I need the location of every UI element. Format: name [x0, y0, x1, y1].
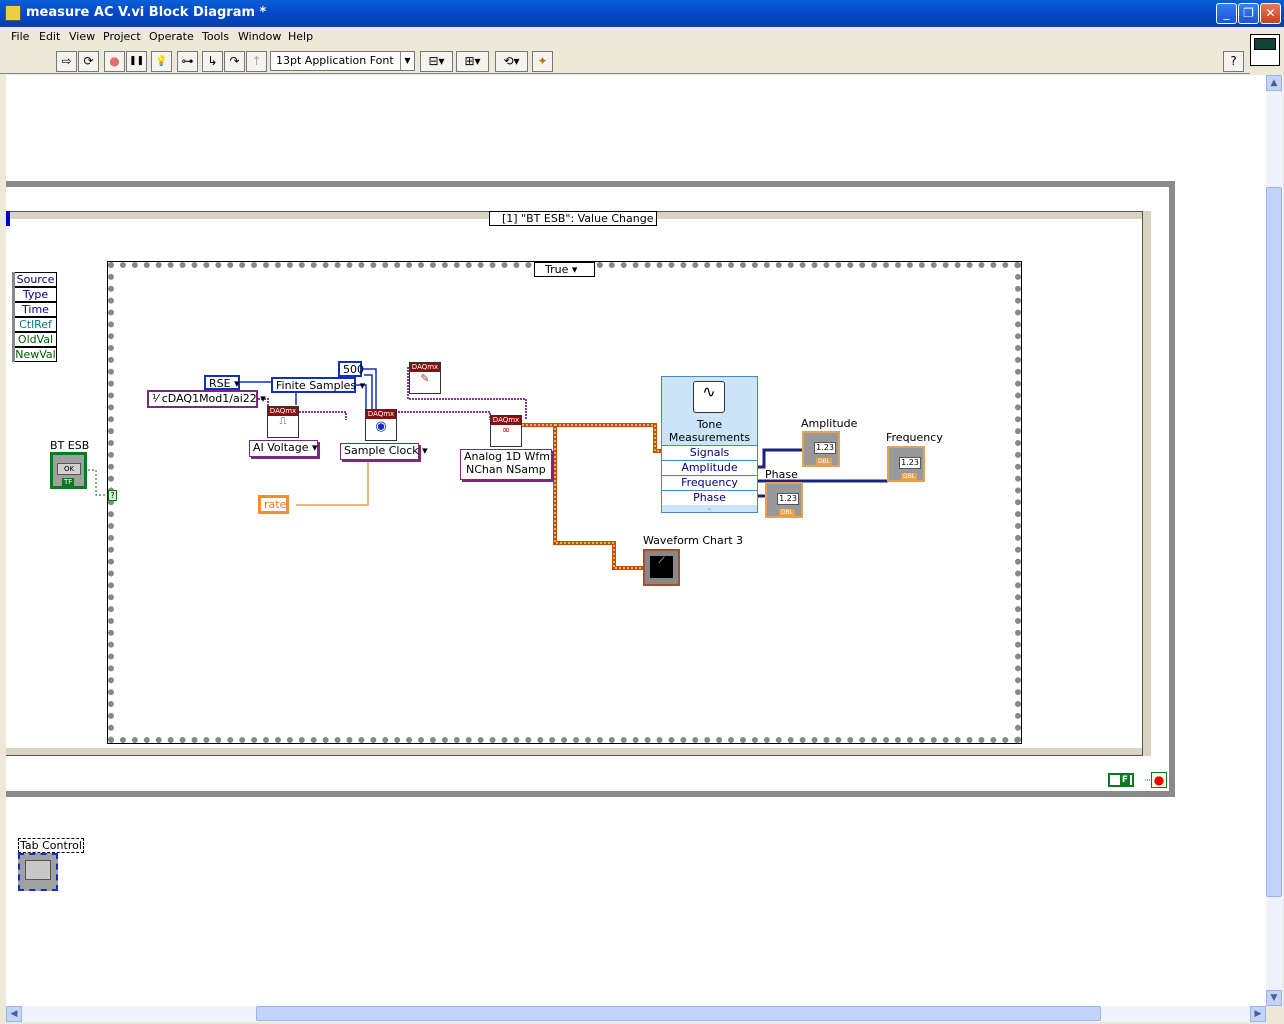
menu-bar: File Edit View Project Operate Tools Win…	[0, 27, 1250, 47]
terminal-config-constant[interactable]: RSE ▾	[204, 375, 240, 390]
close-button[interactable]: ✕	[1260, 3, 1281, 24]
reorder-icon[interactable]: ⟲▾	[495, 51, 528, 72]
step-into-icon[interactable]: ↳	[202, 51, 223, 72]
amplitude-wire	[756, 448, 804, 469]
glasses-icon: ∞	[501, 425, 511, 436]
bool-wire	[88, 469, 110, 496]
tone-measurements-express-vi[interactable]: ∿ Tone Measurements Signals Amplitude Fre…	[661, 376, 758, 513]
case-selector-terminal: ?	[108, 490, 117, 501]
eraser-icon: ✎	[420, 372, 430, 385]
scroll-left-button[interactable]: ◀	[6, 1006, 22, 1022]
horizontal-scrollbar[interactable]: ◀ ▶	[6, 1006, 1266, 1022]
loop-condition-stop-icon[interactable]: ●	[1151, 772, 1167, 788]
run-button[interactable]: ⇨	[56, 51, 77, 72]
tone-input-signals[interactable]: Signals	[662, 445, 757, 460]
window-title: measure AC V.vi Block Diagram *	[26, 5, 267, 20]
tone-output-phase[interactable]: Phase	[662, 490, 757, 505]
title-bar: measure AC V.vi Block Diagram *	[0, 0, 1284, 27]
daqmx-create-channel[interactable]: DAQmx ⎍	[267, 406, 299, 438]
rate-control[interactable]: rate	[258, 495, 289, 514]
sample-mode-constant[interactable]: Finite Samples ▾	[271, 377, 365, 393]
expand-chevron-icon[interactable]: ⌄	[662, 504, 757, 512]
context-help-button[interactable]: ?	[1223, 51, 1244, 72]
chart-icon: ⟋	[650, 556, 673, 578]
physical-channel-constant[interactable]: ⅟ cDAQ1Mod1/ai22 ▾	[147, 390, 266, 408]
distribute-objects-icon[interactable]: ⊞▾	[456, 51, 489, 72]
menu-project[interactable]: Project	[103, 30, 141, 43]
labview-icon	[5, 5, 21, 21]
bt-esb-terminal[interactable]: OK TF	[50, 452, 87, 489]
menu-tools[interactable]: Tools	[202, 30, 229, 43]
read-mode-selector[interactable]: Analog 1D Wfm NChan NSamp	[460, 449, 552, 480]
font-select[interactable]: 13pt Application Font ▼	[270, 51, 415, 71]
vertical-scrollbar[interactable]: ▲ ▼	[1266, 75, 1283, 1006]
amplitude-label: Amplitude	[801, 417, 858, 430]
step-over-icon[interactable]: ↷	[224, 51, 245, 72]
vi-icon[interactable]	[1250, 34, 1280, 66]
bt-esb-label: BT ESB	[50, 439, 90, 452]
rate-wire	[296, 460, 369, 506]
menu-window[interactable]: Window	[238, 30, 281, 43]
phase-indicator[interactable]: 1.23 DBL	[765, 482, 803, 518]
step-out-icon[interactable]: ↑	[246, 51, 267, 72]
tab-control-terminal[interactable]	[18, 853, 58, 891]
ok-button-glyph: OK	[57, 463, 81, 475]
waveform-wire	[555, 423, 662, 453]
tone-output-frequency[interactable]: Frequency	[662, 475, 757, 490]
clean-up-diagram-icon[interactable]: ✦	[532, 51, 553, 72]
waveform-chart-label: Waveform Chart 3	[643, 534, 744, 547]
amplitude-indicator[interactable]: 1.23 DBL	[802, 431, 840, 467]
toolbar: ⇨ ⟳ ● ❚❚ 💡 ⊶ ↳ ↷ ↑ 13pt Application Font…	[0, 48, 1250, 74]
samples-constant[interactable]: 500	[338, 361, 364, 377]
abort-button[interactable]: ●	[104, 51, 125, 72]
horizontal-scroll-thumb[interactable]	[256, 1006, 1101, 1021]
menu-help[interactable]: Help	[288, 30, 313, 43]
scroll-up-button[interactable]: ▲	[1266, 75, 1282, 91]
daqmx-clear-task[interactable]: DAQmx ✎	[409, 362, 441, 394]
menu-file[interactable]: File	[11, 30, 29, 43]
highlight-execution-button[interactable]: 💡	[151, 51, 172, 72]
frequency-indicator[interactable]: 1.23 DBL	[887, 446, 925, 482]
vertical-scroll-thumb[interactable]	[1266, 187, 1282, 897]
false-constant[interactable]: F	[1108, 773, 1134, 787]
wires	[88, 367, 1151, 781]
pause-button[interactable]: ❚❚	[126, 51, 147, 72]
task-wire	[398, 411, 491, 420]
chevron-down-icon: ▼	[400, 52, 414, 70]
align-objects-icon[interactable]: ⊟▾	[420, 51, 453, 72]
sample-clock-selector[interactable]: Sample Clock ▾	[340, 443, 428, 460]
block-diagram[interactable]: [1] "BT ESB": Value Change True ▾ Source…	[6, 75, 1266, 1006]
scroll-down-button[interactable]: ▼	[1266, 990, 1282, 1006]
tone-output-amplitude[interactable]: Amplitude	[662, 460, 757, 475]
clock-icon: ◉	[375, 419, 387, 434]
ai-voltage-selector[interactable]: AI Voltage ▾	[249, 440, 318, 457]
menu-view[interactable]: View	[69, 30, 95, 43]
daqmx-timing[interactable]: DAQmx ◉	[365, 409, 397, 441]
menu-operate[interactable]: Operate	[149, 30, 194, 43]
tone-title: Tone Measurements	[668, 418, 751, 444]
waveform-chart-terminal[interactable]: ⟋	[643, 549, 680, 586]
run-continuously-button[interactable]: ⟳	[78, 51, 99, 72]
restore-button[interactable]: ❐	[1238, 3, 1259, 24]
minimize-button[interactable]: _	[1216, 3, 1237, 24]
tone-waveform-icon: ∿	[693, 381, 725, 413]
scroll-right-button[interactable]: ▶	[1250, 1006, 1266, 1022]
bool-type-label: TF	[62, 478, 75, 486]
frequency-label: Frequency	[886, 431, 943, 444]
phase-label: Phase	[765, 468, 798, 481]
daqmx-read[interactable]: DAQmx ∞	[490, 415, 522, 447]
waveform-wire	[522, 423, 644, 570]
retain-wire-values-icon[interactable]: ⊶	[177, 51, 198, 72]
enum-wire	[364, 374, 373, 410]
tab-control-label: Tab Control	[18, 838, 84, 853]
io-icon: ⅟	[152, 392, 162, 405]
menu-edit[interactable]: Edit	[39, 30, 60, 43]
